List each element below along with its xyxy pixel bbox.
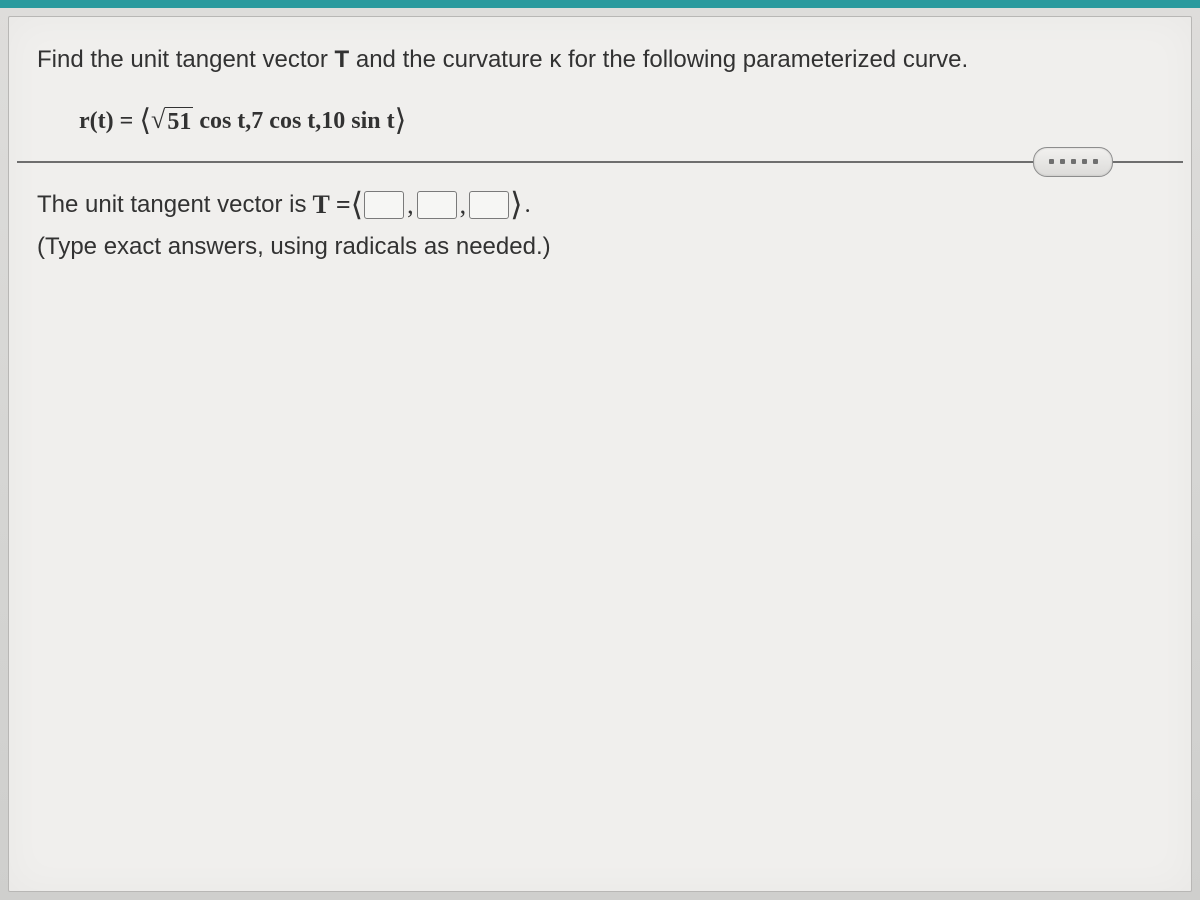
answer-period: . [523, 187, 531, 223]
kappa-symbol: κ [549, 46, 561, 73]
answer-input-3[interactable] [469, 191, 509, 219]
answer-tuple: T = ⟨ , , ⟩ . [306, 181, 530, 229]
dot-icon [1060, 159, 1065, 164]
answer-hint: (Type exact answers, using radicals as n… [37, 229, 1163, 265]
sqrt-argument: 51 [165, 107, 193, 137]
horizontal-divider [17, 161, 1183, 163]
more-options-button[interactable] [1033, 147, 1113, 177]
prompt-text-pre: Find the unit tangent vector [37, 46, 335, 73]
eq-term1-after: cos t, [193, 108, 251, 134]
dot-icon [1093, 159, 1098, 164]
answer-lead-text: The unit tangent vector is [37, 187, 306, 223]
eq-term2: 7 cos t, [251, 108, 321, 134]
parameterized-curve-equation: r(t) = ⟨√51 cos t,7 cos t,10 sin t⟩ [9, 77, 1191, 161]
sqrt-icon: √ [151, 107, 165, 133]
dot-icon [1049, 159, 1054, 164]
dot-icon [1071, 159, 1076, 164]
T-equals: T = [306, 185, 350, 224]
sqrt-expression: √51 [151, 107, 193, 137]
answer-line: The unit tangent vector is T = ⟨ , , ⟩ . [37, 181, 1163, 229]
eq-term3: 10 sin t [321, 108, 394, 134]
angle-bracket-left: ⟨ [139, 104, 151, 137]
eq-lhs: r(t) = [79, 108, 139, 134]
prompt-text-mid1: and the curvature [349, 46, 549, 73]
tuple-bracket-left: ⟨ [351, 180, 363, 228]
question-panel: Find the unit tangent vector T and the c… [8, 16, 1192, 892]
tuple-bracket-right: ⟩ [510, 180, 522, 228]
answer-input-1[interactable] [364, 191, 404, 219]
angle-bracket-right: ⟩ [395, 104, 407, 137]
tangent-symbol: T [335, 46, 350, 73]
top-accent-bar [0, 0, 1200, 8]
answer-input-2[interactable] [417, 191, 457, 219]
question-prompt: Find the unit tangent vector T and the c… [9, 17, 1191, 77]
window-frame: Find the unit tangent vector T and the c… [0, 0, 1200, 900]
tuple-comma-1: , [405, 185, 416, 224]
answer-area: The unit tangent vector is T = ⟨ , , ⟩ .… [9, 163, 1191, 265]
dot-icon [1082, 159, 1087, 164]
prompt-text-mid2: for the following parameterized curve. [561, 46, 968, 73]
divider-row [17, 161, 1183, 163]
tuple-comma-2: , [458, 185, 469, 224]
